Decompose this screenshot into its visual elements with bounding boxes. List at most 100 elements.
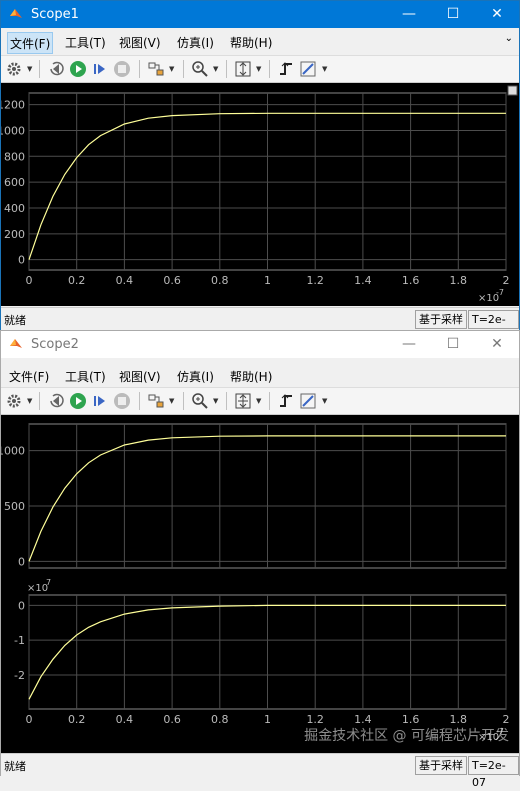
trigger-icon[interactable]: [277, 60, 295, 78]
y-tick-label: 0: [18, 254, 25, 267]
settings-icon[interactable]: [5, 392, 23, 410]
x-exponent-power: -7: [496, 288, 504, 297]
scope2-upper-chart[interactable]: 0 500 1000: [1, 415, 519, 575]
autoscale-dropdown-icon[interactable]: ▼: [256, 65, 261, 73]
x-tick-label: 1.2: [306, 274, 324, 287]
maximize-button[interactable]: ☐: [431, 1, 475, 28]
scope1-titlebar[interactable]: Scope1 — ☐ ✕: [1, 1, 519, 28]
matlab-icon: [10, 9, 22, 18]
scope2-plot-area: 05001000 00.20.40.60.811.21.41.61.82-2-1…: [1, 415, 519, 753]
close-button[interactable]: ✕: [475, 1, 519, 28]
highlight-dropdown-icon[interactable]: ▼: [169, 65, 174, 73]
status-text: 就绪: [4, 760, 26, 773]
y-tick-label: 500: [4, 500, 25, 513]
y-tick-label: 600: [4, 176, 25, 189]
menu-help[interactable]: 帮助(H): [228, 34, 274, 51]
scope2-toolbar: ▼ ▼ ▼ ▼ ▼: [1, 387, 519, 415]
y-tick-label: -2: [14, 669, 25, 682]
step-forward-icon[interactable]: [91, 60, 109, 78]
run-icon[interactable]: [69, 60, 87, 78]
scope2-menubar: 文件(F) 工具(T) 视图(V) 仿真(I) 帮助(H): [1, 365, 519, 387]
highlight-block-icon[interactable]: [147, 392, 165, 410]
autoscale-y-icon[interactable]: [234, 60, 252, 78]
settings-dropdown-icon[interactable]: ▼: [27, 397, 32, 405]
measurements-dropdown-icon[interactable]: ▼: [322, 65, 327, 73]
y-tick-label: 800: [4, 150, 25, 163]
autoscale-dropdown-icon[interactable]: ▼: [256, 397, 261, 405]
x-tick-label: 0: [26, 274, 33, 287]
cursor-measurements-icon[interactable]: [299, 392, 317, 410]
x-tick-label: 1.6: [402, 274, 420, 287]
watermark: 掘金技术社区 @ 可编程芯片开发: [304, 728, 509, 744]
y-tick-label: 1000: [1, 124, 25, 137]
measurements-dropdown-icon[interactable]: ▼: [322, 397, 327, 405]
highlight-dropdown-icon[interactable]: ▼: [169, 397, 174, 405]
x-tick-label: 0.8: [211, 274, 229, 287]
matlab-icon: [10, 339, 22, 348]
close-button[interactable]: ✕: [475, 331, 519, 358]
stop-icon[interactable]: [113, 60, 131, 78]
settings-dropdown-icon[interactable]: ▼: [27, 65, 32, 73]
menu-simulation[interactable]: 仿真(I): [175, 34, 216, 51]
x-tick-label: 0.6: [163, 274, 181, 287]
x-tick-label: 1.8: [450, 274, 468, 287]
zoom-icon[interactable]: [191, 60, 209, 78]
sim-time-status: T=2e-07: [468, 310, 519, 343]
scope1-window: Scope1 — ☐ ✕ 文件(F) 工具(T) 视图(V) 仿真(I) 帮助(…: [0, 0, 520, 343]
scope2-statusbar: 就绪 基于采样 T=2e-07: [1, 753, 519, 789]
menu-help[interactable]: 帮助(H): [228, 368, 274, 385]
zoom-dropdown-icon[interactable]: ▼: [213, 397, 218, 405]
scope1-chart[interactable]: 0 0.2 0.4 0.6 0.8 1 1.2 1.4 1.6 1.8 2 0 200 400 600 800…: [0, 83, 519, 306]
minimize-button[interactable]: —: [387, 1, 431, 28]
x-tick-label: 0.2: [68, 713, 86, 726]
x-tick-label: 0.4: [116, 274, 134, 287]
y-tick-label: -1: [14, 634, 25, 647]
y-tick-label: 0: [18, 599, 25, 612]
x-tick-label: 1.4: [354, 274, 372, 287]
run-icon[interactable]: [69, 392, 87, 410]
zoom-icon[interactable]: [191, 392, 209, 410]
menu-simulation[interactable]: 仿真(I): [175, 368, 216, 385]
sample-mode-status: 基于采样: [415, 756, 467, 775]
x-tick-label: 0: [26, 713, 33, 726]
menu-view[interactable]: 视图(V): [117, 34, 163, 51]
scope1-title: Scope1: [31, 7, 79, 22]
autoscale-xy-icon[interactable]: [234, 392, 252, 410]
y-exponent-power: 7: [46, 578, 51, 587]
x-tick-label: 1: [264, 713, 271, 726]
scope1-statusbar: 就绪 基于采样 T=2e-07: [1, 307, 519, 343]
y-tick-label: 200: [4, 228, 25, 241]
stop-icon[interactable]: [113, 392, 131, 410]
maximize-button[interactable]: ☐: [431, 331, 475, 358]
y-tick-label: 400: [4, 202, 25, 215]
x-tick-label: 0.2: [68, 274, 86, 287]
menu-file[interactable]: 文件(F): [7, 368, 51, 385]
scope2-titlebar[interactable]: Scope2 — ☐ ✕: [1, 331, 519, 358]
scope1-plot-area: 0 0.2 0.4 0.6 0.8 1 1.2 1.4 1.6 1.8 2 0 200 400 600 800…: [0, 83, 519, 306]
x-tick-label: 0.4: [116, 713, 134, 726]
menu-tools[interactable]: 工具(T): [63, 368, 108, 385]
minimize-button[interactable]: —: [387, 331, 431, 358]
menubar-pin-icon[interactable]: ⌄: [505, 33, 513, 44]
menu-view[interactable]: 视图(V): [117, 368, 163, 385]
x-tick-label: 0.6: [163, 713, 181, 726]
zoom-dropdown-icon[interactable]: ▼: [213, 65, 218, 73]
scope2-title: Scope2: [31, 337, 79, 352]
step-back-icon[interactable]: [47, 392, 65, 410]
cursor-measurements-icon[interactable]: [299, 60, 317, 78]
status-text: 就绪: [4, 314, 26, 327]
y-tick-label: 0: [18, 555, 25, 568]
menu-tools[interactable]: 工具(T): [63, 34, 108, 51]
undock-axes-icon: [507, 85, 518, 96]
highlight-block-icon[interactable]: [147, 60, 165, 78]
scope1-menubar: 文件(F) 工具(T) 视图(V) 仿真(I) 帮助(H) ⌄: [1, 31, 519, 54]
y-tick-label: 1000: [1, 445, 25, 458]
scope2-window: Scope2 — ☐ ✕ 文件(F) 工具(T) 视图(V) 仿真(I) 帮助(…: [0, 330, 520, 789]
step-forward-icon[interactable]: [91, 392, 109, 410]
sample-mode-status: 基于采样: [415, 310, 467, 329]
settings-icon[interactable]: [5, 60, 23, 78]
step-back-icon[interactable]: [47, 60, 65, 78]
menu-file[interactable]: 文件(F): [7, 32, 54, 54]
trigger-icon[interactable]: [277, 392, 295, 410]
x-tick-label: 2: [503, 274, 510, 287]
